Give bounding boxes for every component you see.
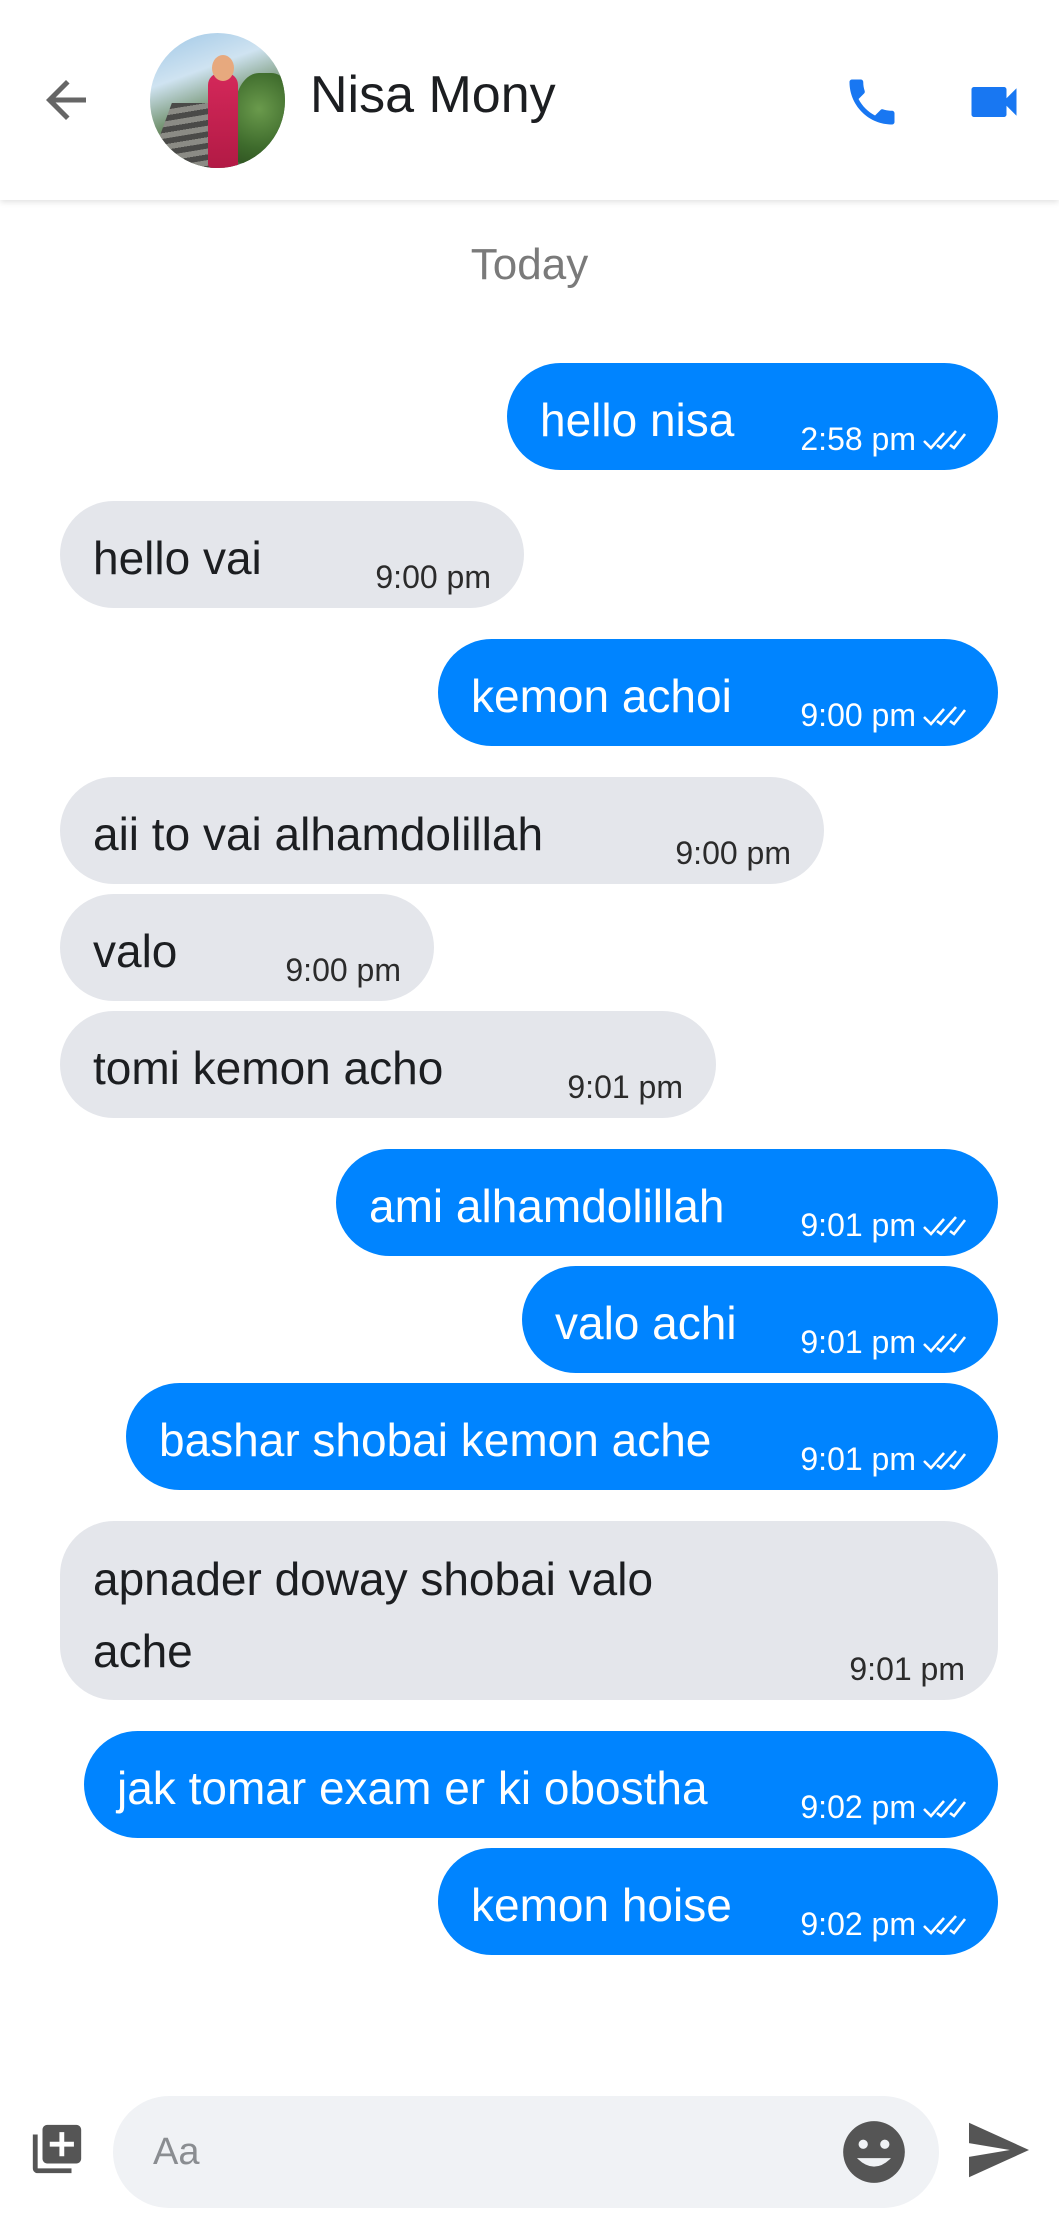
read-receipt-icon xyxy=(923,1798,966,1818)
message-incoming[interactable]: valo 9:00 pm xyxy=(60,894,434,1001)
contact-name[interactable]: Nisa Mony xyxy=(310,60,556,130)
message-outgoing[interactable]: kemon achoi 9:00 pm xyxy=(438,639,998,746)
message-outgoing[interactable]: jak tomar exam er ki obostha 9:02 pm xyxy=(84,1731,998,1838)
message-text: valo achi xyxy=(555,1297,737,1349)
date-divider: Today xyxy=(470,240,589,289)
message-incoming[interactable]: aii to vai alhamdolillah 9:00 pm xyxy=(60,777,824,884)
message-text: tomi kemon acho xyxy=(93,1042,444,1094)
message-time: 9:00 pm xyxy=(285,952,401,988)
message-text: kemon achoi xyxy=(471,670,732,722)
read-receipt-icon xyxy=(923,1450,966,1470)
read-receipt-icon xyxy=(923,1915,966,1935)
read-receipt-icon xyxy=(923,430,966,450)
video-call-button[interactable] xyxy=(962,72,1026,132)
message-text: bashar shobai kemon ache xyxy=(159,1414,712,1466)
message-time: 9:00 pm xyxy=(675,835,791,871)
message-input-container xyxy=(113,2096,939,2208)
read-receipt-icon xyxy=(923,1216,966,1236)
message-text: hello nisa xyxy=(540,394,735,446)
message-time: 9:01 pm xyxy=(800,1324,916,1360)
message-incoming[interactable]: hello vai 9:00 pm xyxy=(60,501,524,608)
message-text: apnader doway shobai valo ache xyxy=(93,1553,654,1677)
message-time: 9:02 pm xyxy=(800,1789,916,1825)
message-input[interactable] xyxy=(153,2122,813,2182)
emoji-icon xyxy=(843,2121,905,2183)
chat-header: Nisa Mony xyxy=(0,0,1059,200)
message-incoming[interactable]: apnader doway shobai valo ache 9:01 pm xyxy=(60,1521,998,1700)
arrow-back-icon xyxy=(46,80,86,120)
emoji-button[interactable] xyxy=(837,2115,911,2189)
back-button[interactable] xyxy=(36,70,96,130)
avatar[interactable] xyxy=(150,33,285,168)
message-incoming[interactable]: tomi kemon acho 9:01 pm xyxy=(60,1011,716,1118)
video-camera-icon xyxy=(971,87,1017,117)
message-time: 2:58 pm xyxy=(800,421,916,457)
message-outgoing[interactable]: hello nisa 2:58 pm xyxy=(507,363,998,470)
message-text: valo xyxy=(93,925,178,977)
message-text: ami alhamdolillah xyxy=(369,1180,725,1232)
message-text: kemon hoise xyxy=(471,1879,732,1931)
phone-icon xyxy=(849,79,895,125)
message-time: 9:01 pm xyxy=(849,1651,965,1687)
send-button[interactable] xyxy=(964,2120,1034,2180)
message-time: 9:02 pm xyxy=(800,1906,916,1942)
message-outgoing[interactable]: valo achi 9:01 pm xyxy=(522,1266,998,1373)
message-text: jak tomar exam er ki obostha xyxy=(117,1762,708,1814)
call-button[interactable] xyxy=(842,72,902,132)
message-time: 9:01 pm xyxy=(800,1207,916,1243)
message-time: 9:00 pm xyxy=(800,697,916,733)
message-outgoing[interactable]: kemon hoise 9:02 pm xyxy=(438,1848,998,1955)
message-outgoing[interactable]: ami alhamdolillah 9:01 pm xyxy=(336,1149,998,1256)
add-media-icon xyxy=(32,2124,82,2174)
message-text: aii to vai alhamdolillah xyxy=(93,808,544,860)
message-time: 9:00 pm xyxy=(375,559,491,595)
message-text: hello vai xyxy=(93,532,262,584)
add-media-button[interactable] xyxy=(28,2120,86,2178)
message-time: 9:01 pm xyxy=(800,1441,916,1477)
send-icon xyxy=(969,2122,1029,2178)
read-receipt-icon xyxy=(923,706,966,726)
read-receipt-icon xyxy=(923,1333,966,1353)
message-time: 9:01 pm xyxy=(567,1069,683,1105)
message-outgoing[interactable]: bashar shobai kemon ache 9:01 pm xyxy=(126,1383,998,1490)
message-composer xyxy=(0,2080,1059,2235)
